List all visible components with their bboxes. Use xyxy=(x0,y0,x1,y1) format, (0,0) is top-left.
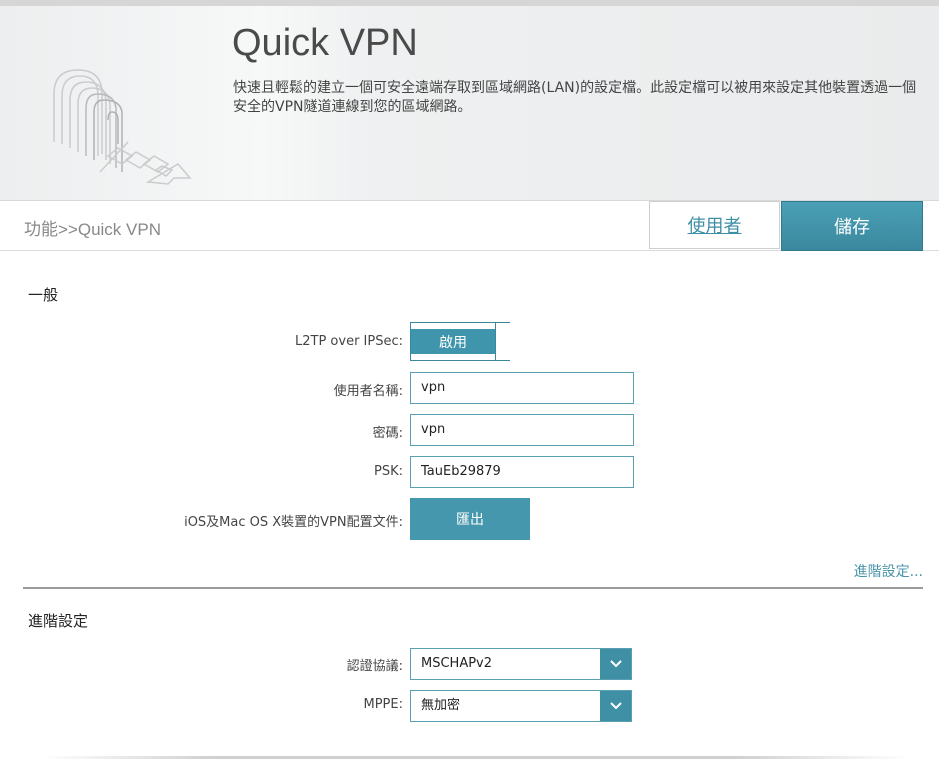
auth-protocol-value: MSCHAPv2 xyxy=(421,656,493,671)
auth-protocol-label: 認證協議: xyxy=(346,659,403,674)
mppe-value: 無加密 xyxy=(421,698,461,713)
mppe-label: MPPE: xyxy=(363,697,404,712)
export-button[interactable]: 匯出 xyxy=(410,498,530,540)
section-divider xyxy=(23,587,923,589)
psk-label: PSK: xyxy=(374,464,403,479)
chevron-down-icon[interactable] xyxy=(600,649,631,679)
mppe-select[interactable]: 無加密 xyxy=(410,690,632,722)
chevron-down-icon[interactable] xyxy=(600,691,631,721)
breadcrumb: 功能>>Quick VPN xyxy=(24,220,161,239)
advanced-section-title: 進階設定 xyxy=(28,612,89,630)
advanced-settings-link[interactable]: 進階設定... xyxy=(854,561,923,581)
username-label: 使用者名稱: xyxy=(333,384,403,399)
psk-field[interactable]: TauEb29879 xyxy=(410,456,634,488)
password-field[interactable]: vpn xyxy=(410,414,634,446)
password-label: 密碼: xyxy=(372,426,403,441)
page-header: Quick VPN 快速且輕鬆的建立一個可安全遠端存取到區域網路(LAN)的設定… xyxy=(0,6,939,201)
page-description: 快速且輕鬆的建立一個可安全遠端存取到區域網路(LAN)的設定檔。此設定檔可以被用… xyxy=(233,80,917,115)
vpn-tunnel-icon xyxy=(53,69,192,185)
l2tp-label: L2TP over IPSec: xyxy=(295,334,403,349)
general-section-title: 一般 xyxy=(28,286,59,304)
user-button[interactable]: 使用者 xyxy=(649,201,780,249)
breadcrumb-bar: 功能>>Quick VPN 使用者 儲存 xyxy=(0,201,939,251)
bottom-divider xyxy=(40,756,910,759)
export-label: iOS及Mac OS X裝置的VPN配置文件: xyxy=(184,515,403,530)
auth-protocol-select[interactable]: MSCHAPv2 xyxy=(410,648,632,680)
save-button[interactable]: 儲存 xyxy=(781,201,923,251)
l2tp-toggle-label: 啟用 xyxy=(411,329,495,354)
toggle-knob xyxy=(495,323,510,360)
username-field[interactable]: vpn xyxy=(410,372,634,404)
l2tp-toggle[interactable]: 啟用 xyxy=(410,322,510,361)
page-title: Quick VPN xyxy=(232,22,418,64)
